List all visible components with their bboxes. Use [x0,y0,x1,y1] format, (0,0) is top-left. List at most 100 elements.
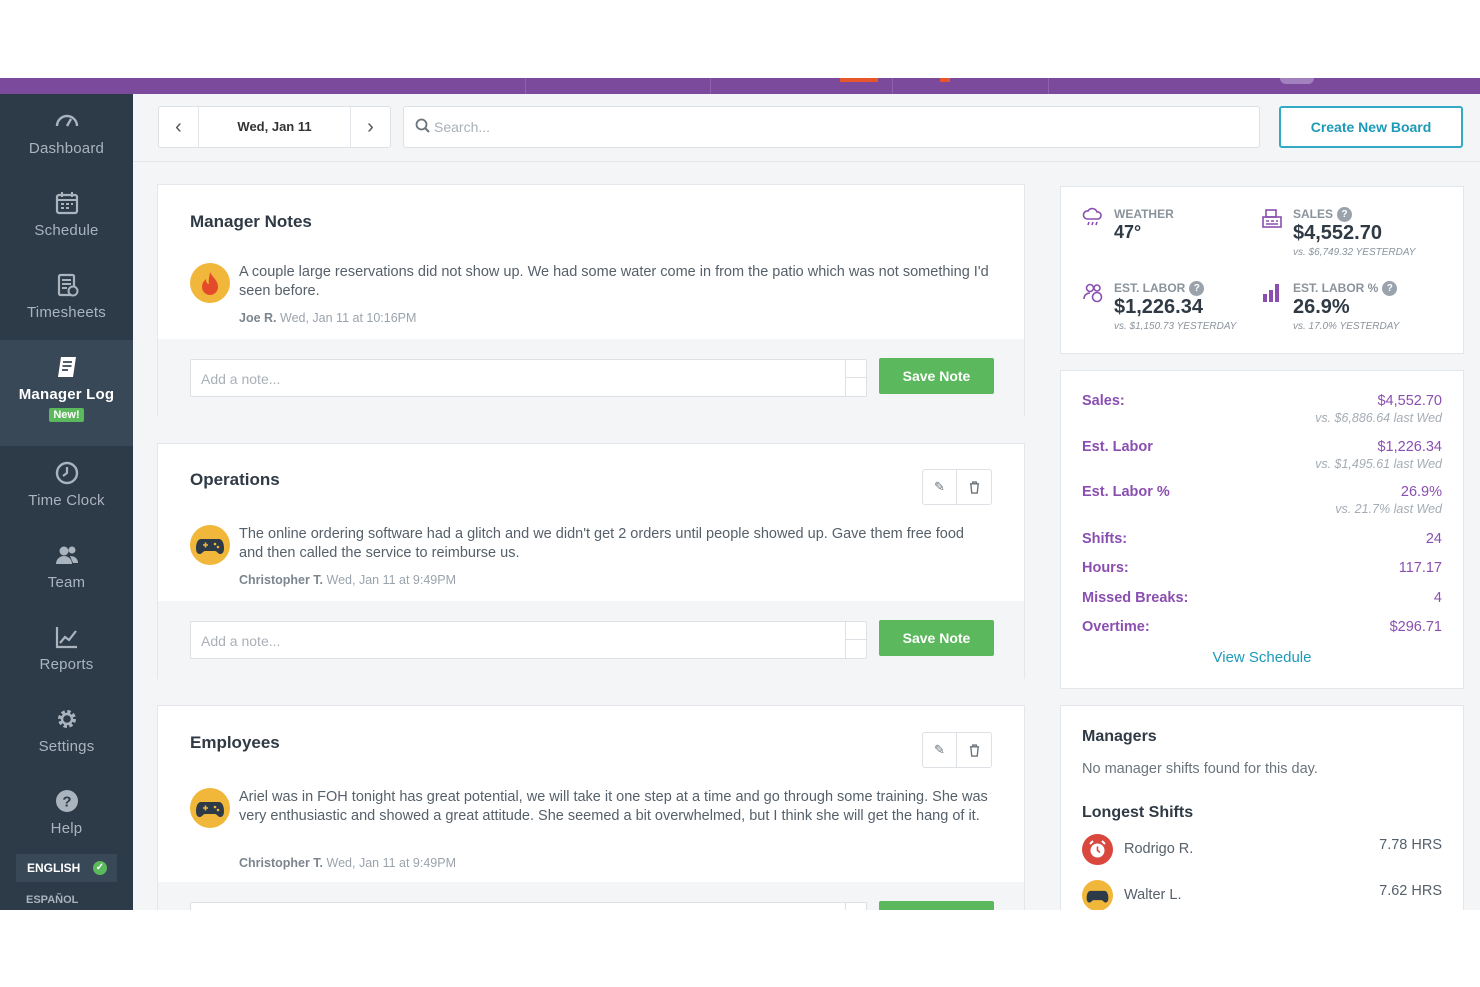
gamepad-icon [196,802,224,817]
notebook-icon [57,357,76,377]
save-note-button[interactable]: Save Note [879,358,994,394]
daily-summary-card: Sales: $4,552.70 vs. $6,886.64 last Wed … [1060,370,1464,689]
edit-board-button[interactable]: ✎ [923,733,957,767]
search-input[interactable] [434,116,1234,138]
save-note-button[interactable]: Save Note [879,620,994,656]
add-note-input[interactable] [191,622,847,658]
summary-value: 117.17 [1398,560,1442,576]
resize-handle[interactable] [845,622,866,658]
summary-key: Est. Labor [1082,439,1153,455]
sidebar-item-team[interactable]: Team [0,528,133,610]
add-note-field [190,621,867,659]
fire-icon [202,272,218,295]
help-icon[interactable]: ? [1189,281,1205,297]
view-schedule-link[interactable]: View Schedule [1061,649,1463,666]
note-time: Wed, Jan 11 at 10:16PM [280,311,417,325]
delete-board-button[interactable] [957,733,991,767]
delete-board-button[interactable] [957,470,991,504]
note-item: A couple large reservations did not show… [190,263,992,333]
sidebar-item-dashboard[interactable]: Dashboard [0,94,133,176]
sales-comparison: vs. $6,749.32 YESTERDAY [1293,247,1416,258]
alarm-clock-icon [1089,840,1106,858]
resize-handle[interactable] [845,360,866,396]
est-labor-pct-value: 26.9% [1293,296,1350,318]
summary-key: Hours: [1082,560,1129,576]
sidebar-item-time-clock[interactable]: Time Clock [0,446,133,528]
note-text: A couple large reservations did not show… [239,264,989,299]
user-avatar[interactable] [1280,78,1314,84]
team-icon [55,546,78,564]
help-icon[interactable]: ? [1337,207,1353,223]
search-box [403,106,1260,148]
summary-value: 4 [1433,590,1442,606]
est-labor-label: EST. LABOR? [1114,281,1205,297]
summary-row-overtime: Overtime: $296.71 [1082,619,1442,639]
note-time: Wed, Jan 11 at 9:49PM [326,573,457,587]
save-note-button[interactable] [879,901,994,910]
est-labor-pct-comparison: vs. 17.0% YESTERDAY [1293,321,1400,332]
sidebar-item-manager-log[interactable]: Manager Log New! [0,340,133,446]
help-icon[interactable]: ? [1382,281,1398,297]
est-labor-label-text: EST. LABOR [1114,281,1186,295]
add-note-field [190,359,867,397]
gamepad-avatar [190,788,230,828]
next-day-button[interactable]: › [350,107,390,147]
sidebar-item-label: Schedule [34,222,99,239]
resize-handle[interactable] [845,903,866,910]
summary-row-sales: Sales: $4,552.70 vs. $6,886.64 last Wed [1082,393,1442,425]
fire-avatar [190,263,230,303]
date-navigator: ‹ Wed, Jan 11 › [158,106,391,148]
note-composer [158,882,1024,910]
gear-icon [57,710,76,728]
summary-value: $4,552.70 [1377,393,1442,409]
shift-row: Rodrigo R. 7.78 HRS [1082,834,1442,866]
board-actions: ✎ [922,732,992,768]
add-note-input[interactable] [191,903,847,910]
longest-shifts-title: Longest Shifts [1082,804,1194,821]
shift-employee-name[interactable]: Walter L. [1124,887,1181,903]
language-espanol[interactable]: ESPAÑOL [26,894,78,906]
nav-divider [710,78,711,94]
summary-row-hours: Hours: 117.17 [1082,560,1442,580]
sidebar-item-timesheets[interactable]: Timesheets [0,258,133,340]
clock-icon [55,461,78,485]
summary-key: Overtime: [1082,619,1150,635]
gamepad-icon [196,539,224,554]
managers-card: Managers No manager shifts found for thi… [1060,705,1464,910]
sidebar-item-help[interactable]: ? Help [0,774,133,856]
language-english[interactable]: ENGLISH ✓ [16,854,117,882]
add-note-input[interactable] [191,360,847,396]
note-item: Ariel was in FOH tonight has great poten… [190,788,992,878]
sales-value: $4,552.70 [1293,222,1382,244]
shift-employee-name[interactable]: Rodrigo R. [1124,841,1193,857]
timesheet-icon [57,273,78,297]
board-manager-notes: Manager Notes A couple large reservation… [157,184,1025,417]
sidebar-item-label: Team [47,574,86,591]
weather-label: WEATHER [1114,207,1174,221]
summary-row-missed-breaks: Missed Breaks: 4 [1082,590,1442,610]
note-time: Wed, Jan 11 at 9:49PM [326,856,457,870]
chart-icon [55,627,77,649]
sidebar-item-reports[interactable]: Reports [0,610,133,692]
edit-board-button[interactable]: ✎ [923,470,957,504]
sidebar-item-label: Time Clock [28,492,105,509]
previous-day-button[interactable]: ‹ [159,107,199,147]
sidebar-item-settings[interactable]: Settings [0,692,133,774]
sidebar: Dashboard Schedule Timesheets Manager Lo… [0,94,133,910]
note-composer: Save Note [158,339,1024,417]
sidebar-item-schedule[interactable]: Schedule [0,176,133,258]
app-frame: Dashboard Schedule Timesheets Manager Lo… [0,78,1480,910]
managers-empty-text: No manager shifts found for this day. [1082,761,1318,777]
labor-cost-icon [1083,283,1103,303]
note-author: Christopher T. [239,856,324,870]
add-note-field [190,902,867,910]
notification-indicator[interactable] [840,78,878,82]
sidebar-item-label: Dashboard [28,140,105,157]
shift-row: Walter L. 7.62 HRS [1082,880,1442,910]
create-new-board-button[interactable]: Create New Board [1279,106,1463,148]
check-icon: ✓ [93,861,107,875]
stats-card: WEATHER 47° SALES? $4,552.70 vs. $6,749.… [1060,186,1464,354]
current-date[interactable]: Wed, Jan 11 [199,107,350,147]
managers-title: Managers [1082,728,1157,745]
summary-key: Shifts: [1082,531,1128,547]
